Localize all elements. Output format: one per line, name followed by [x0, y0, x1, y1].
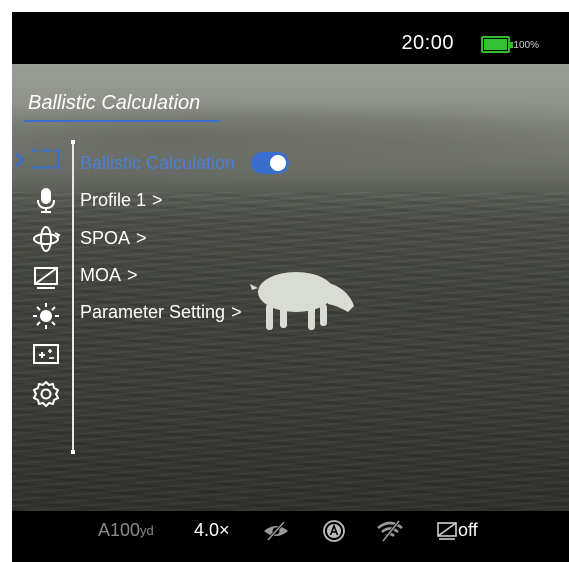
- bottom-status-bar: A100 yd 4.0× off: [12, 511, 569, 549]
- menu-item-spoa[interactable]: SPOA >: [80, 228, 147, 249]
- chevron-right-icon: >: [231, 302, 242, 322]
- display-state: off: [436, 520, 478, 541]
- title-underline: [24, 120, 220, 122]
- chevron-right-icon: >: [136, 228, 147, 248]
- page-title: Ballistic Calculation: [28, 92, 201, 114]
- display-off-small-icon: [437, 521, 457, 540]
- zoom-level: 4.0×: [194, 520, 230, 540]
- status-bar: 20:00 100%: [12, 12, 569, 64]
- range-readout: A100 yd: [98, 520, 154, 540]
- menu-item-profile[interactable]: Profile 1 >: [80, 190, 163, 211]
- menu-item-ballistic-calculation[interactable]: Ballistic Calculation: [80, 152, 290, 174]
- battery-percent: 100%: [513, 40, 539, 51]
- ballistic-reticle-icon[interactable]: [30, 144, 62, 176]
- menu-divider: [71, 140, 75, 454]
- auto-mode-icon: [322, 519, 346, 543]
- menu-item-label: MOA: [80, 265, 122, 285]
- ballistic-toggle[interactable]: [251, 152, 290, 174]
- microphone-icon[interactable]: [30, 184, 62, 216]
- clock: 20:00: [401, 32, 454, 54]
- brightness-icon[interactable]: [30, 300, 62, 332]
- menu-item-label: SPOA: [80, 228, 131, 248]
- display-off-icon[interactable]: [30, 262, 62, 294]
- menu-item-parameter-setting[interactable]: Parameter Setting >: [80, 302, 242, 323]
- rotate-icon[interactable]: [30, 223, 62, 255]
- battery-icon: [481, 36, 513, 53]
- wifi-off-icon: [376, 520, 404, 542]
- chevron-right-icon: >: [152, 190, 163, 210]
- eye-off-icon: [262, 521, 290, 541]
- menu-item-label: Parameter Setting: [80, 302, 226, 322]
- settings-gear-icon[interactable]: [30, 378, 62, 410]
- device-screen: 20:00 100% Ballistic Calculation Ballist…: [12, 12, 569, 562]
- menu-item-label: Ballistic Calculation: [80, 152, 236, 173]
- boar-silhouette: [250, 272, 354, 330]
- image-enhance-icon[interactable]: [30, 338, 62, 370]
- thermal-view: [12, 64, 569, 511]
- selection-chevron-icon: [15, 153, 25, 167]
- menu-item-moa[interactable]: MOA >: [80, 265, 138, 286]
- menu-item-label: Profile 1: [80, 190, 147, 210]
- chevron-right-icon: >: [127, 265, 138, 285]
